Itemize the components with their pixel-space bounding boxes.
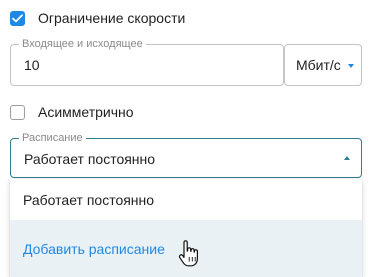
asymmetric-option[interactable]: Асимметрично: [10, 102, 134, 122]
bandwidth-input-value[interactable]: 10: [24, 57, 40, 73]
schedule-legend: Расписание: [19, 132, 86, 144]
menu-item-always-on[interactable]: Работает постоянно: [10, 179, 362, 220]
checkmark-icon: [12, 13, 23, 22]
hand-pointer-icon: [178, 240, 198, 267]
schedule-select[interactable]: Расписание Работает постоянно: [10, 132, 362, 178]
asymmetric-label: Асимметрично: [38, 104, 134, 120]
menu-item-label: Работает постоянно: [23, 191, 155, 208]
speed-limit-label: Ограничение скорости: [38, 10, 186, 26]
caret-up-icon: [344, 156, 350, 160]
unit-select[interactable]: Мбит/с: [284, 44, 362, 86]
speed-limit-settings: Ограничение скорости Входящее и исходяще…: [0, 0, 376, 277]
schedule-select-value: Работает постоянно: [24, 151, 156, 167]
menu-item-label: Добавить расписание: [23, 240, 165, 257]
bandwidth-field[interactable]: Входящее и исходящее 10: [10, 38, 284, 86]
speed-limit-option[interactable]: Ограничение скорости: [10, 8, 185, 28]
unit-select-value: Мбит/с: [296, 57, 341, 73]
speed-limit-checkbox[interactable]: [10, 10, 25, 26]
asymmetric-checkbox[interactable]: [10, 104, 25, 120]
bandwidth-legend: Входящее и исходящее: [19, 38, 146, 50]
caret-down-icon: [348, 64, 354, 68]
